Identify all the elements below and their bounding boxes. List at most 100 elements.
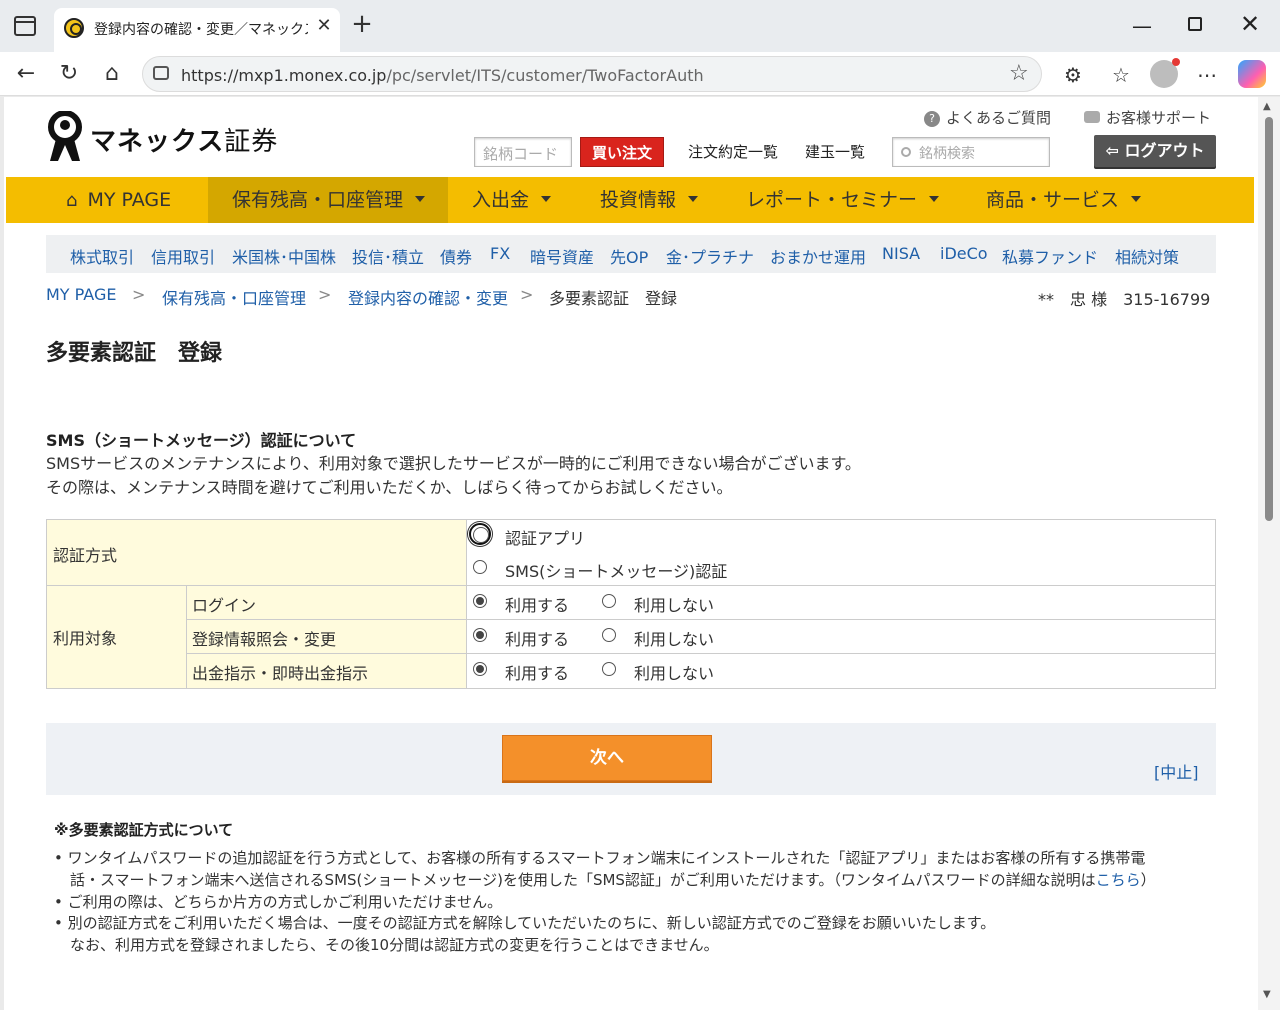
back-icon[interactable]: ← xyxy=(12,60,40,88)
details-link[interactable]: こちら xyxy=(1096,871,1141,889)
page-content: マネックス証券 ? よくあるご質問 お客様サポート 銘柄コード 買い注文 注文約定… xyxy=(4,97,1258,1010)
login-use-radio[interactable] xyxy=(473,594,487,608)
login-use-label[interactable]: 利用する xyxy=(505,592,569,616)
url-text: https://mxp1.monex.co.jp/pc/servlet/ITS/… xyxy=(181,66,704,85)
login-options-cell: 利用する 利用しない xyxy=(467,586,1215,620)
subnav-gold-platinum[interactable]: 金･プラチナ xyxy=(666,244,754,268)
nav-holdings[interactable]: 保有残高・口座管理 xyxy=(208,177,448,223)
more-menu-icon[interactable]: ⋯ xyxy=(1194,62,1220,88)
nav-deposit[interactable]: 入出金 xyxy=(472,177,552,223)
subnav-inheritance[interactable]: 相続対策 xyxy=(1115,244,1179,268)
subnav-crypto[interactable]: 暗号資産 xyxy=(530,244,594,268)
maximize-icon[interactable] xyxy=(1188,17,1202,31)
nav-products[interactable]: 商品・サービス xyxy=(986,177,1142,223)
support-link[interactable]: お客様サポート xyxy=(1084,107,1211,128)
favorites-icon[interactable]: ☆ xyxy=(1108,62,1134,88)
tab-close-icon[interactable]: ✕ xyxy=(314,16,334,36)
subnav-funds[interactable]: 投信･積立 xyxy=(352,244,424,268)
chat-icon xyxy=(1084,111,1100,123)
subnav-nisa[interactable]: NISA xyxy=(882,244,920,263)
browser-toolbar: ← ↻ ⌂ https://mxp1.monex.co.jp/pc/servle… xyxy=(0,52,1280,96)
subnav-futures-options[interactable]: 先OP xyxy=(610,244,648,268)
profile-use-radio[interactable] xyxy=(473,628,487,642)
breadcrumb-separator: > xyxy=(318,285,332,304)
profile-options-cell: 利用する 利用しない xyxy=(467,620,1215,654)
breadcrumb-mypage[interactable]: MY PAGE xyxy=(46,285,116,304)
subnav-private-funds[interactable]: 私募ファンド xyxy=(1002,244,1098,268)
subnav-margin[interactable]: 信用取引 xyxy=(151,244,215,268)
scroll-thumb[interactable] xyxy=(1265,117,1273,521)
subnav-us-cn-stocks[interactable]: 米国株･中国株 xyxy=(232,244,336,268)
stock-code-input[interactable]: 銘柄コード xyxy=(474,137,572,167)
profile-nouse-label[interactable]: 利用しない xyxy=(634,626,714,650)
next-button[interactable]: 次へ xyxy=(502,735,712,781)
subnav-fx[interactable]: FX xyxy=(490,244,510,263)
subnav-ideco[interactable]: iDeCo xyxy=(940,244,988,263)
faq-link[interactable]: ? よくあるご質問 xyxy=(924,107,1051,128)
login-nouse-label[interactable]: 利用しない xyxy=(634,592,714,616)
browser-tab[interactable]: 登録内容の確認・変更／マネックス証券 ✕ xyxy=(54,8,340,52)
withdrawal-label-cell: 出金指示・即時出金指示 xyxy=(187,654,467,688)
cancel-link[interactable]: [中止] xyxy=(1154,759,1199,783)
stock-search-input[interactable]: 銘柄検索 xyxy=(892,137,1050,167)
nav-mypage[interactable]: ⌂ MY PAGE xyxy=(66,177,171,223)
logout-icon: ⇦ xyxy=(1105,141,1119,160)
home-icon[interactable]: ⌂ xyxy=(98,60,126,88)
copilot-icon[interactable] xyxy=(1238,60,1266,88)
breadcrumb-registration[interactable]: 登録内容の確認・変更 xyxy=(348,285,508,309)
profile-use-label[interactable]: 利用する xyxy=(505,626,569,650)
auth-app-label[interactable]: 認証アプリ xyxy=(505,525,585,549)
breadcrumb-holdings[interactable]: 保有残高・口座管理 xyxy=(162,285,306,309)
new-tab-icon[interactable]: + xyxy=(350,11,374,37)
site-info-icon[interactable] xyxy=(153,66,169,80)
mfa-info-bullet-cont: 話・スマートフォン端末へ送信されるSMS(ショートメッセージ)を使用した「SMS… xyxy=(70,871,1156,889)
scroll-down-icon[interactable]: ▼ xyxy=(1263,989,1271,1000)
withdrawal-nouse-label[interactable]: 利用しない xyxy=(634,660,714,684)
withdrawal-nouse-radio[interactable] xyxy=(602,662,616,676)
tab-actions-icon[interactable] xyxy=(14,16,36,36)
mfa-info-bullet: • ワンタイムパスワードの追加認証を行う方式として、お客様の所有するスマートフォ… xyxy=(54,849,1146,867)
withdrawal-use-radio[interactable] xyxy=(473,662,487,676)
minimize-icon[interactable]: — xyxy=(1130,14,1154,38)
page-scrollbar[interactable]: ▲ ▼ xyxy=(1258,97,1280,1010)
monex-favicon-icon xyxy=(64,18,84,38)
nav-investment-info[interactable]: 投資情報 xyxy=(600,177,699,223)
positions-link[interactable]: 建玉一覧 xyxy=(805,141,865,162)
search-icon xyxy=(901,147,911,157)
reload-icon[interactable]: ↻ xyxy=(55,60,83,88)
auth-app-radio[interactable] xyxy=(469,523,491,545)
sms-auth-radio[interactable] xyxy=(473,560,487,574)
caret-down-icon xyxy=(929,196,940,202)
profile-label-cell: 登録情報照会・変更 xyxy=(187,620,467,654)
login-label: ログイン xyxy=(192,596,257,615)
nav-reports[interactable]: レポート・セミナー xyxy=(746,177,940,223)
account-info: ** 忠 様 315-16799 xyxy=(1038,286,1210,310)
sms-auth-label[interactable]: SMS(ショートメッセージ)認証 xyxy=(505,558,727,582)
scroll-up-icon[interactable]: ▲ xyxy=(1263,101,1271,112)
subnav-bonds[interactable]: 債券 xyxy=(440,244,472,268)
logo-text: マネックス証券 xyxy=(90,127,279,157)
login-nouse-radio[interactable] xyxy=(602,594,616,608)
address-bar[interactable]: https://mxp1.monex.co.jp/pc/servlet/ITS/… xyxy=(142,56,1042,92)
window-close-icon[interactable]: ✕ xyxy=(1238,10,1262,38)
mfa-info-bullet: • ご利用の際は、どちらか片方の方式しかご利用いただけません。 xyxy=(54,893,503,911)
profile-nouse-radio[interactable] xyxy=(602,628,616,642)
caret-down-icon xyxy=(1131,196,1142,202)
sub-navigation: 株式取引 信用取引 米国株･中国株 投信･積立 債券 FX 暗号資産 先OP 金… xyxy=(46,235,1216,273)
withdrawal-use-label[interactable]: 利用する xyxy=(505,660,569,684)
browser-tab-bar: 登録内容の確認・変更／マネックス証券 ✕ + — ✕ xyxy=(0,0,1280,52)
monex-logo[interactable]: マネックス証券 xyxy=(46,111,277,163)
order-list-link[interactable]: 注文約定一覧 xyxy=(688,141,778,162)
favorite-star-icon[interactable]: ☆ xyxy=(1009,61,1029,86)
form-action-area: 次へ [中止] xyxy=(46,723,1216,795)
extensions-icon[interactable]: ⚙ xyxy=(1060,62,1086,88)
logout-button[interactable]: ⇦ ログアウト xyxy=(1094,135,1216,167)
profile-avatar[interactable] xyxy=(1150,58,1180,88)
withdrawal-label: 出金指示・即時出金指示 xyxy=(192,664,369,683)
buy-order-button[interactable]: 買い注文 xyxy=(580,137,664,167)
mfa-info-heading: ※多要素認証方式について xyxy=(54,821,234,839)
breadcrumb-current: 多要素認証 登録 xyxy=(549,289,678,308)
subnav-stocks[interactable]: 株式取引 xyxy=(70,244,134,268)
subnav-robo-advisor[interactable]: おまかせ運用 xyxy=(770,244,866,268)
target-label: 利用対象 xyxy=(53,629,118,648)
